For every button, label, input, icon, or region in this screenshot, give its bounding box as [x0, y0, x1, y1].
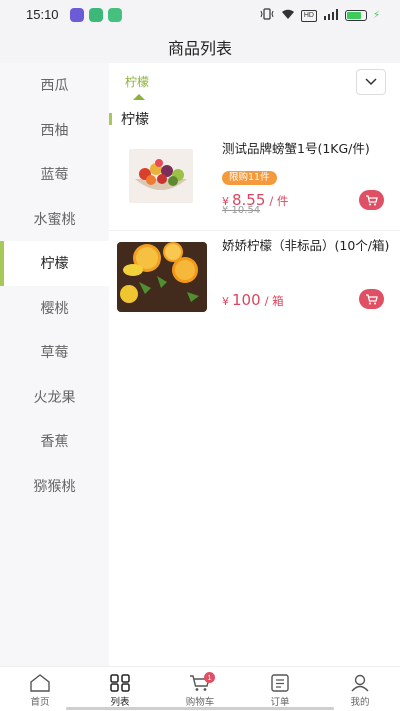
- sidebar-item-peach[interactable]: 水蜜桃: [0, 197, 109, 242]
- original-price: ¥ 10.54: [222, 205, 261, 216]
- signal-icon: [323, 8, 339, 23]
- cart-count-badge: 1: [204, 672, 215, 683]
- product-card[interactable]: 测试品牌螃蟹1号(1KG/件) 限购11件 ¥ 8.55 / 件 ¥ 10.54: [109, 139, 400, 231]
- product-name[interactable]: 测试品牌螃蟹1号(1KG/件): [222, 141, 392, 157]
- sidebar-item-cherry[interactable]: 樱桃: [0, 286, 109, 331]
- sidebar-item-label: 樱桃: [40, 300, 69, 317]
- grid-icon: [110, 674, 130, 692]
- sidebar-item-dragonfruit[interactable]: 火龙果: [0, 375, 109, 420]
- hd-badge: HD: [300, 9, 317, 22]
- product-card[interactable]: 娇娇柠檬（非标品）(10个/箱) ¥ 100 / 箱: [109, 228, 400, 324]
- nav-label: 购物车: [185, 697, 215, 708]
- section-title: 柠檬: [121, 112, 149, 128]
- nav-orders[interactable]: 订单: [240, 667, 320, 711]
- price-value: 100: [232, 291, 261, 309]
- sidebar-item-label: 香蕉: [40, 434, 69, 451]
- status-icons: HD ⚡: [259, 8, 380, 23]
- message-notification-icon: [108, 8, 122, 22]
- sidebar-item-watermelon[interactable]: 西瓜: [0, 63, 109, 108]
- tab-lemon[interactable]: 柠檬: [125, 73, 149, 90]
- nav-label: 订单: [270, 697, 290, 708]
- nav-profile[interactable]: 我的: [320, 667, 400, 711]
- app-notification-icon: [70, 8, 84, 22]
- sidebar-item-label: 火龙果: [33, 389, 76, 406]
- sidebar-item-lemon[interactable]: 柠檬: [0, 241, 109, 286]
- sidebar-item-grapefruit[interactable]: 西柚: [0, 108, 109, 153]
- product-name[interactable]: 娇娇柠檬（非标品）(10个/箱): [222, 238, 392, 254]
- tab-active-indicator: [133, 94, 145, 100]
- cart-icon: [366, 293, 378, 304]
- sidebar-item-blueberry[interactable]: 蓝莓: [0, 152, 109, 197]
- cart-icon: [366, 194, 378, 205]
- section-accent-bar: [109, 113, 112, 125]
- product-image-lemons[interactable]: [117, 242, 207, 312]
- chevron-down-icon: [365, 78, 377, 86]
- sidebar-item-label: 蓝莓: [40, 167, 69, 184]
- sidebar-item-banana[interactable]: 香蕉: [0, 419, 109, 464]
- limit-badge: 限购11件: [222, 171, 277, 185]
- order-icon: [271, 674, 289, 692]
- subcategory-tabs: 柠檬: [109, 63, 400, 103]
- sidebar-item-label: 水蜜桃: [33, 211, 76, 228]
- sidebar-item-kiwi[interactable]: 猕猴桃: [0, 464, 109, 509]
- charging-icon: ⚡: [372, 10, 380, 21]
- profile-icon: [351, 674, 369, 692]
- sidebar-item-label: 西柚: [40, 122, 69, 139]
- category-sidebar: 西瓜 西柚 蓝莓 水蜜桃 柠檬 樱桃 草莓 火龙果 香蕉 猕猴桃: [0, 63, 109, 666]
- status-bar: 15:10 HD ⚡: [0, 0, 400, 30]
- page-header: 商品列表: [0, 30, 400, 63]
- status-time: 15:10: [26, 7, 59, 22]
- page-title: 商品列表: [167, 38, 232, 58]
- currency-symbol: ¥: [222, 295, 229, 308]
- sidebar-item-label: 草莓: [40, 345, 69, 362]
- price-unit: / 件: [269, 194, 289, 208]
- home-icon: [30, 674, 50, 692]
- add-to-cart-button[interactable]: [359, 190, 384, 210]
- sidebar-item-label: 猕猴桃: [33, 478, 76, 495]
- product-list-panel: 柠檬 柠檬 测试品牌螃蟹1号(1KG/件) 限购11件 ¥ 8.55 / 件 ¥…: [109, 63, 400, 666]
- nav-label: 列表: [110, 697, 130, 708]
- nav-home[interactable]: 首页: [0, 667, 80, 711]
- product-image-fruit-basket[interactable]: [129, 149, 193, 203]
- home-indicator: [66, 707, 334, 710]
- nav-cart[interactable]: 1 购物车: [160, 667, 240, 711]
- wifi-icon: [281, 9, 295, 23]
- product-price: ¥ 100 / 箱: [222, 291, 284, 309]
- nav-label: 我的: [350, 697, 370, 708]
- section-header: 柠檬: [109, 110, 149, 128]
- nav-label: 首页: [30, 697, 50, 708]
- sidebar-item-label: 西瓜: [40, 78, 69, 95]
- bottom-nav: 首页 列表 1 购物车 订单 我的: [0, 666, 400, 711]
- add-to-cart-button[interactable]: [359, 289, 384, 309]
- sidebar-item-strawberry[interactable]: 草莓: [0, 330, 109, 375]
- price-unit: / 箱: [264, 294, 284, 308]
- sidebar-item-label: 柠檬: [40, 256, 69, 273]
- battery-icon: [344, 10, 367, 21]
- vibrate-icon: [259, 8, 275, 23]
- expand-tabs-button[interactable]: [356, 69, 386, 95]
- chat-notification-icon: [89, 8, 103, 22]
- nav-list[interactable]: 列表: [80, 667, 160, 711]
